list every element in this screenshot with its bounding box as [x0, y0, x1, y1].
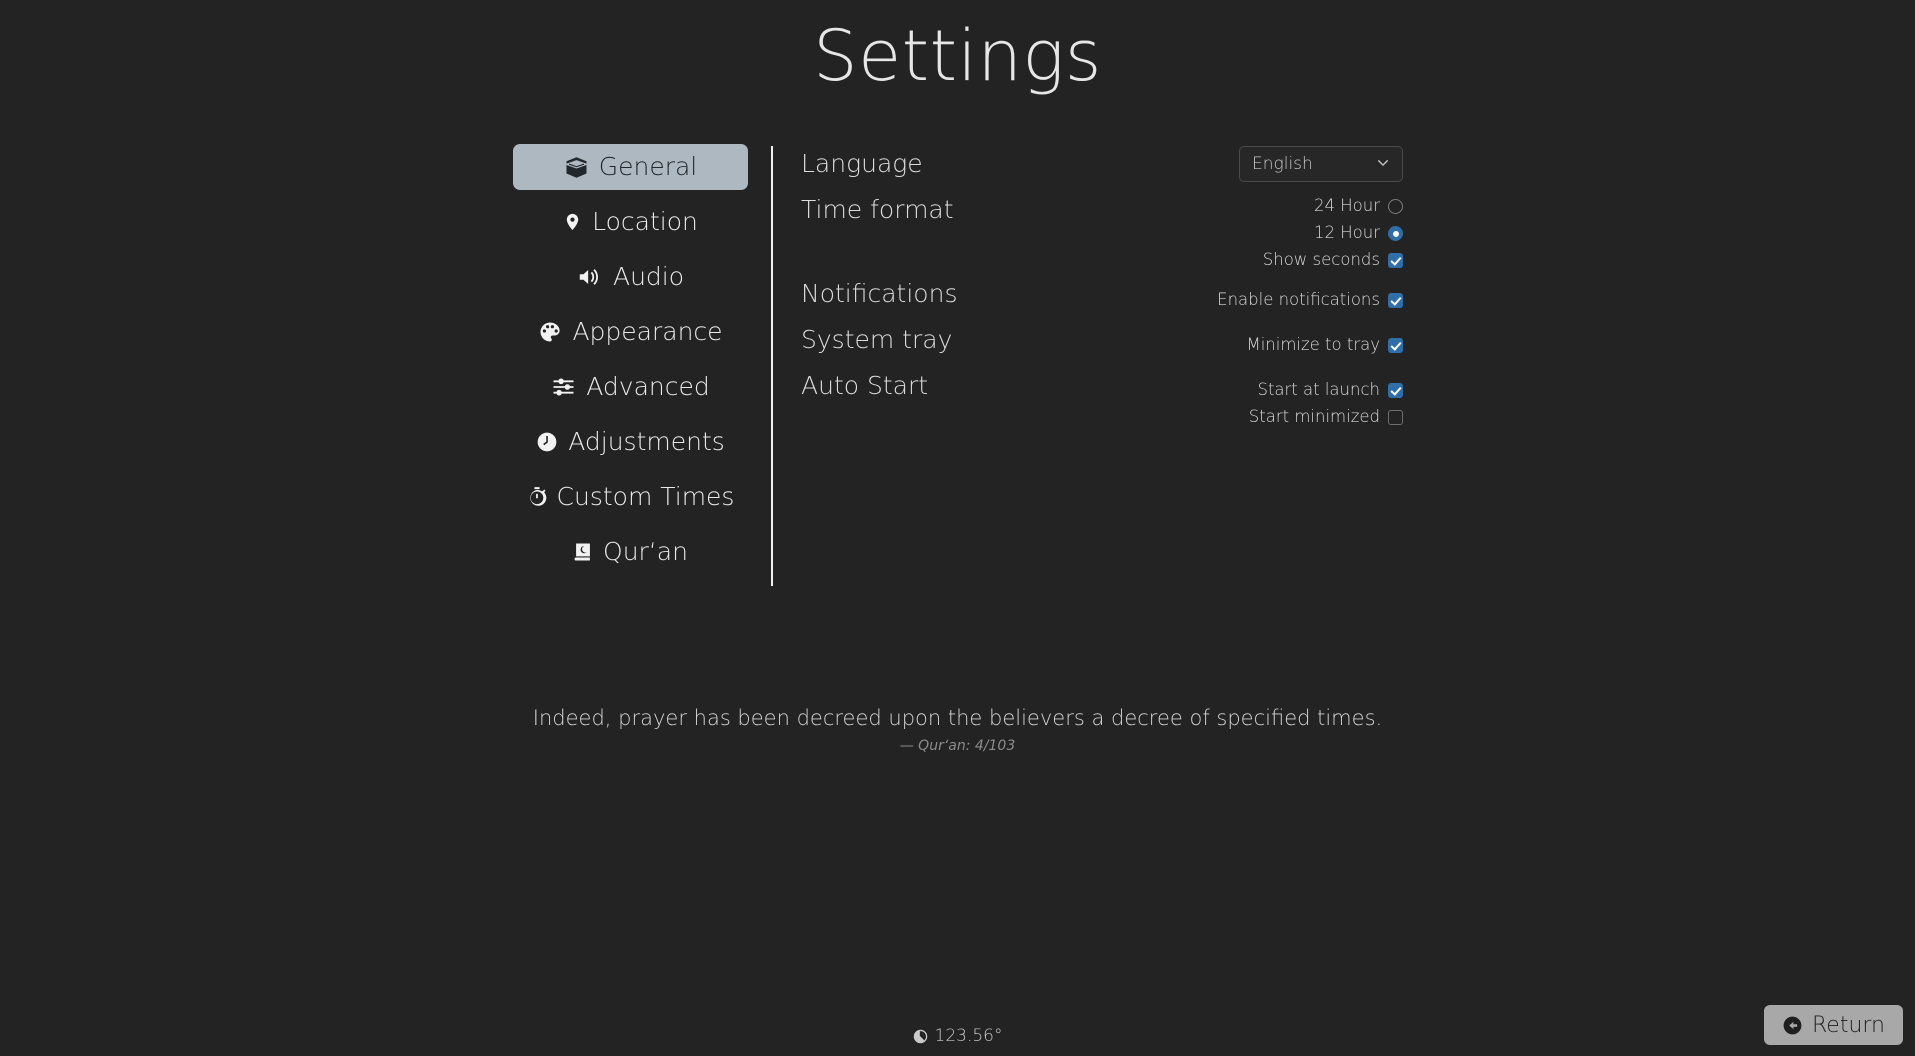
- checkbox-label-minimize-to-tray: Minimize to tray: [1246, 335, 1380, 355]
- quote-block: Indeed, prayer has been decreed upon the…: [0, 705, 1915, 754]
- sidebar-item-adjustments[interactable]: Adjustments: [513, 419, 748, 465]
- sidebar-item-appearance[interactable]: Appearance: [513, 309, 748, 355]
- checkbox-option-enable-notifications[interactable]: Enable notifications: [1217, 289, 1403, 312]
- setting-control-auto-start: Start at launch Start minimized: [1249, 364, 1403, 429]
- checkbox-label-start-minimized: Start minimized: [1248, 407, 1380, 427]
- map-pin-icon: [563, 210, 582, 234]
- sidebar-item-custom-times[interactable]: Custom Times: [513, 474, 748, 520]
- sidebar-item-label: General: [598, 151, 698, 181]
- sidebar-item-location[interactable]: Location: [513, 199, 748, 245]
- checkbox-start-minimized[interactable]: [1388, 410, 1403, 425]
- checkbox-option-start-at-launch[interactable]: Start at launch: [1257, 379, 1403, 402]
- setting-row-time-format: Time format 24 Hour 12 Hour Show seconds: [801, 188, 1403, 272]
- radio-option-24-hour[interactable]: 24 Hour: [1314, 195, 1403, 218]
- checkbox-option-show-seconds[interactable]: Show seconds: [1263, 249, 1403, 272]
- sidebar-item-quran[interactable]: Qur‘an: [513, 529, 748, 575]
- setting-label-time-format: Time format: [801, 195, 954, 224]
- sidebar-item-label: Adjustments: [568, 426, 725, 456]
- checkbox-enable-notifications[interactable]: [1388, 293, 1403, 308]
- radio-label-24-hour: 24 Hour: [1314, 196, 1380, 216]
- status-bar: 123.56°: [0, 1026, 1915, 1046]
- setting-label-language: Language: [801, 149, 923, 178]
- checkbox-option-start-minimized[interactable]: Start minimized: [1249, 406, 1403, 429]
- page-title: Settings: [813, 15, 1102, 97]
- checkbox-label-enable-notifications: Enable notifications: [1217, 290, 1380, 310]
- sidebar-item-advanced[interactable]: Advanced: [513, 364, 748, 410]
- setting-control-time-format: 24 Hour 12 Hour Show seconds: [1263, 188, 1403, 272]
- setting-label-notifications: Notifications: [801, 279, 958, 308]
- compass-icon: [913, 1029, 928, 1044]
- checkbox-label-start-at-launch: Start at launch: [1257, 380, 1380, 400]
- radio-12-hour[interactable]: [1388, 226, 1403, 241]
- language-select[interactable]: English: [1239, 146, 1403, 182]
- setting-label-auto-start: Auto Start: [801, 371, 929, 400]
- setting-control-notifications: Enable notifications: [1217, 272, 1403, 312]
- setting-control-system-tray: Minimize to tray: [1246, 318, 1403, 357]
- sidebar-item-general[interactable]: General: [513, 144, 748, 190]
- radio-option-12-hour[interactable]: 12 Hour: [1314, 222, 1403, 245]
- checkbox-label-show-seconds: Show seconds: [1262, 250, 1380, 270]
- speaker-icon: [577, 265, 603, 289]
- stopwatch-icon: [527, 485, 547, 509]
- setting-row-notifications: Notifications Enable notifications: [801, 272, 1403, 318]
- settings-sidebar: General Location Audio Appearance Advanc…: [513, 142, 748, 584]
- language-select-value: English: [1252, 154, 1313, 174]
- sliders-icon: [551, 376, 576, 398]
- checkbox-start-at-launch[interactable]: [1388, 383, 1403, 398]
- arrow-circle-left-icon: [1782, 1015, 1803, 1036]
- checkbox-show-seconds[interactable]: [1388, 253, 1403, 268]
- sidebar-item-label: Qur‘an: [603, 536, 688, 566]
- sidebar-item-label: Appearance: [572, 316, 723, 346]
- quote-source: — Qur‘an: 4/103: [899, 738, 1016, 755]
- setting-row-system-tray: System tray Minimize to tray: [801, 318, 1403, 364]
- chevron-down-icon: [1376, 154, 1390, 174]
- checkbox-option-minimize-to-tray[interactable]: Minimize to tray: [1246, 334, 1403, 357]
- qibla-direction-value: 123.56°: [934, 1026, 1003, 1046]
- kaaba-icon: [564, 155, 589, 180]
- radio-24-hour[interactable]: [1388, 199, 1403, 214]
- sidebar-item-label: Location: [592, 206, 698, 236]
- sidebar-item-label: Advanced: [586, 371, 710, 401]
- setting-label-system-tray: System tray: [801, 325, 953, 354]
- sidebar-item-label: Custom Times: [556, 481, 735, 511]
- setting-control-language: English: [1239, 142, 1403, 182]
- setting-row-language: Language English: [801, 142, 1403, 188]
- setting-row-auto-start: Auto Start Start at launch Start minimiz…: [801, 364, 1403, 429]
- palette-icon: [538, 320, 562, 344]
- return-button[interactable]: Return: [1763, 1005, 1903, 1045]
- settings-body: General Location Audio Appearance Advanc…: [513, 142, 1403, 597]
- return-button-label: Return: [1811, 1012, 1885, 1038]
- quran-book-icon: [573, 541, 593, 563]
- settings-panel-general: Language English Time format 24 Hour 12 …: [773, 142, 1403, 429]
- sidebar-item-audio[interactable]: Audio: [513, 254, 748, 300]
- checkbox-minimize-to-tray[interactable]: [1388, 338, 1403, 353]
- settings-window: Settings General Location Audio Appearan…: [0, 0, 1915, 1056]
- sidebar-item-label: Audio: [612, 261, 685, 291]
- quote-text: Indeed, prayer has been decreed upon the…: [532, 706, 1383, 730]
- clock-icon: [536, 431, 558, 453]
- radio-label-12-hour: 12 Hour: [1314, 223, 1380, 243]
